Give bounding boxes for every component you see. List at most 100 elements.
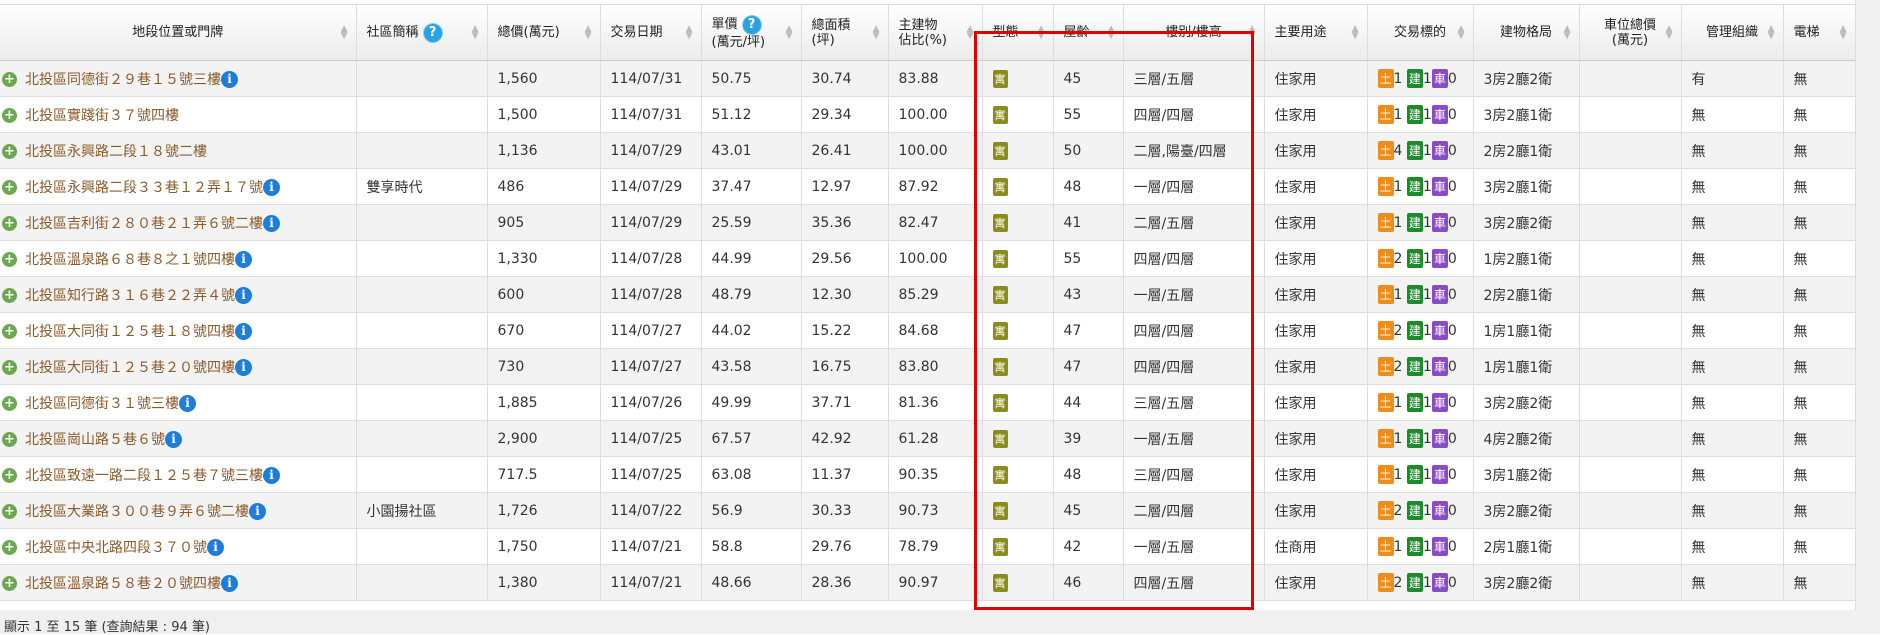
use-cell: 住家用 [1264,240,1368,277]
info-icon[interactable]: i [263,179,280,196]
address-link[interactable]: 北投區同德街３１號三樓 [25,396,179,412]
info-icon[interactable]: i [179,395,196,412]
table-row[interactable]: + 北投區永興路二段３３巷１２弄１７號 i 雙享時代 486 114/07/29 37.47… [0,168,1856,205]
column-header[interactable]: 地段位置或門牌 ▲ ▼ [0,5,357,61]
table-row[interactable]: + 北投區知行路３１６巷２２弄４號 i 600 114/07/28 48.79 12.30 8… [0,276,1856,313]
info-icon[interactable]: i [221,71,238,88]
info-icon[interactable]: i [221,575,238,592]
info-icon[interactable]: i [235,251,252,268]
expand-icon[interactable]: + [2,324,17,339]
address-link[interactable]: 北投區中央北路四段３７０號 [25,540,207,556]
table-row[interactable]: + 北投區中央北路四段３７０號 i 1,750 114/07/21 58.8 29.76 78… [0,528,1856,565]
sort-icon[interactable]: ▲ ▼ [341,24,348,40]
sort-icon[interactable]: ▲ ▼ [472,24,479,40]
table-row[interactable]: + 北投區實踐街３７號四樓 1,500 114/07/31 51.12 29.34 100.… [0,96,1856,133]
table-row[interactable]: + 北投區溫泉路５８巷２０號四樓 i 1,380 114/07/21 48.66 28.36… [0,564,1856,601]
column-header[interactable]: 管理組織 ▲ ▼ [1681,5,1784,61]
expand-icon[interactable]: + [2,216,17,231]
sort-icon[interactable]: ▲ ▼ [1038,24,1045,40]
table-row[interactable]: + 北投區吉利街２８０巷２１弄６號二樓 i 905 114/07/29 25.59 35.3… [0,204,1856,241]
table-row[interactable]: + 北投區致遠一路二段１２５巷７號三樓 i 717.5 114/07/25 63.08 11… [0,456,1856,493]
column-header[interactable]: 主要用途 ▲ ▼ [1264,5,1368,61]
expand-icon[interactable]: + [2,540,17,555]
column-header[interactable]: 總面積 (坪) ▲ ▼ [801,5,889,61]
address-link[interactable]: 北投區大同街１２５巷２０號四樓 [25,360,235,376]
address-link[interactable]: 北投區吉利街２８０巷２１弄６號二樓 [25,216,263,232]
column-header[interactable]: 樓別/樓高 ▲ ▼ [1123,5,1265,61]
address-link[interactable]: 北投區永興路二段１８號二樓 [25,144,207,160]
sort-icon[interactable]: ▲ ▼ [1666,24,1673,40]
info-icon[interactable]: i [249,503,266,520]
table-row[interactable]: + 北投區崗山路５巷６號 i 2,900 114/07/25 67.57 42.92 61.2… [0,420,1856,457]
sort-icon[interactable]: ▲ ▼ [1352,24,1359,40]
table-row[interactable]: + 北投區大業路３００巷９弄６號二樓 i 小園揚社區 1,726 114/07/22 56.… [0,492,1856,529]
table-row[interactable]: + 北投區同德街３１號三樓 i 1,885 114/07/26 49.99 37.71 81.… [0,384,1856,421]
address-link[interactable]: 北投區致遠一路二段１２５巷７號三樓 [25,468,263,484]
expand-icon[interactable]: + [2,180,17,195]
info-icon[interactable]: i [235,359,252,376]
expand-icon[interactable]: + [2,504,17,519]
elevator-cell: 無 [1783,60,1856,97]
table-row[interactable]: + 北投區大同街１２５巷１８號四樓 i 670 114/07/27 44.02 15.22 8… [0,312,1856,349]
column-header[interactable]: 電梯 ▲ ▼ [1783,5,1856,61]
use-cell: 住家用 [1264,168,1368,205]
expand-icon[interactable]: + [2,360,17,375]
table-row[interactable]: + 北投區永興路二段１８號二樓 1,136 114/07/29 43.01 26.41 10… [0,132,1856,169]
address-link[interactable]: 北投區永興路二段３３巷１２弄１７號 [25,180,263,196]
expand-icon[interactable]: + [2,288,17,303]
sort-icon[interactable]: ▲ ▼ [1249,24,1256,40]
sort-icon[interactable]: ▲ ▼ [967,24,974,40]
info-icon[interactable]: i [235,287,252,304]
address-link[interactable]: 北投區知行路３１６巷２２弄４號 [25,288,235,304]
address-link[interactable]: 北投區同德街２９巷１５號三樓 [25,72,221,88]
column-header[interactable]: 單價 ? (萬元/坪) ▲ ▼ [701,5,802,61]
sort-icon[interactable]: ▲ ▼ [686,24,693,40]
address-link[interactable]: 北投區溫泉路６８巷８之１號四樓 [25,252,235,268]
address-link[interactable]: 北投區溫泉路５８巷２０號四樓 [25,576,221,592]
column-header[interactable]: 總價(萬元) ▲ ▼ [487,5,601,61]
table-row[interactable]: + 北投區大同街１２５巷２０號四樓 i 730 114/07/27 43.58 16.75 8… [0,348,1856,385]
sort-icon[interactable]: ▲ ▼ [1458,24,1465,40]
help-icon[interactable]: ? [422,22,443,43]
vertical-scrollbar[interactable] [1855,0,1880,610]
table-row[interactable]: + 北投區溫泉路６８巷８之１號四樓 i 1,330 114/07/28 44.99 29.5… [0,240,1856,277]
community-cell [356,348,488,385]
column-header[interactable]: 屋齡 ▲ ▼ [1053,5,1124,61]
column-header[interactable]: 主建物 佔比(%) ▲ ▼ [888,5,983,61]
address-link[interactable]: 北投區大同街１２５巷１８號四樓 [25,324,235,340]
expand-icon[interactable]: + [2,576,17,591]
sort-icon[interactable]: ▲ ▼ [1768,24,1775,40]
expand-icon[interactable]: + [2,468,17,483]
expand-icon[interactable]: + [2,108,17,123]
column-header[interactable]: 交易日期 ▲ ▼ [600,5,702,61]
sort-icon[interactable]: ▲ ▼ [1840,24,1847,40]
address-link[interactable]: 北投區崗山路５巷６號 [25,432,165,448]
community-cell [356,420,488,457]
sort-icon[interactable]: ▲ ▼ [873,24,880,40]
info-icon[interactable]: i [263,467,280,484]
parking-badge: 車 [1431,69,1448,88]
info-icon[interactable]: i [207,539,224,556]
expand-icon[interactable]: + [2,252,17,267]
column-header[interactable]: 型態 ▲ ▼ [982,5,1054,61]
column-header-sublabel: (坪) [811,32,835,48]
info-icon[interactable]: i [165,431,182,448]
address-link[interactable]: 北投區大業路３００巷９弄６號二樓 [25,504,249,520]
expand-icon[interactable]: + [2,432,17,447]
column-header[interactable]: 社區簡稱 ? ▲ ▼ [356,5,488,61]
sort-icon[interactable]: ▲ ▼ [1564,24,1571,40]
expand-icon[interactable]: + [2,144,17,159]
column-header[interactable]: 車位總價 (萬元) ▲ ▼ [1579,5,1682,61]
sort-icon[interactable]: ▲ ▼ [1108,24,1115,40]
expand-icon[interactable]: + [2,396,17,411]
info-icon[interactable]: i [263,215,280,232]
info-icon[interactable]: i [235,323,252,340]
table-row[interactable]: + 北投區同德街２９巷１５號三樓 i 1,560 114/07/31 50.75 30.74… [0,60,1856,97]
help-icon[interactable]: ? [741,15,762,35]
sort-icon[interactable]: ▲ ▼ [585,24,592,40]
column-header[interactable]: 建物格局 ▲ ▼ [1473,5,1580,61]
column-header[interactable]: 交易標的 ▲ ▼ [1367,5,1474,61]
address-link[interactable]: 北投區實踐街３７號四樓 [25,108,179,124]
sort-icon[interactable]: ▲ ▼ [786,24,793,40]
expand-icon[interactable]: + [2,72,17,87]
